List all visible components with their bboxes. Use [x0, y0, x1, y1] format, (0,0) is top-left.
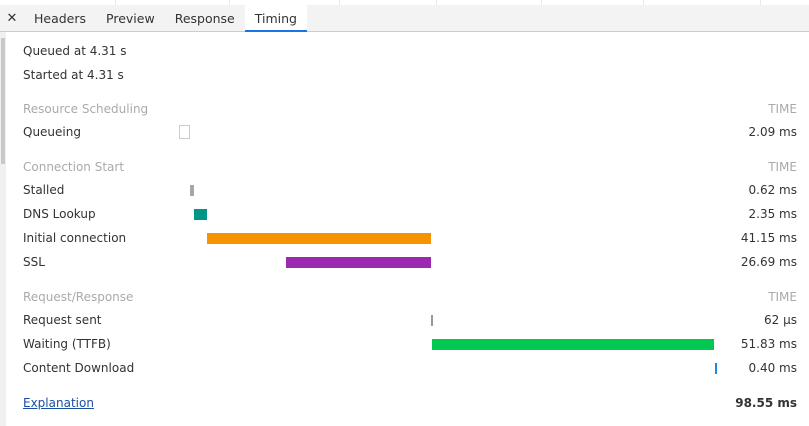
- timing-row-waiting-ttfb: Waiting (TTFB) 51.83 ms: [23, 335, 797, 353]
- timing-row-value: 62 μs: [764, 313, 797, 327]
- timing-row-label: Content Download: [23, 361, 135, 375]
- time-header: TIME: [768, 102, 797, 116]
- timing-bar-dns-lookup: [193, 209, 207, 220]
- timing-panel: ✕ Headers Preview Response Timing Queued…: [0, 0, 809, 426]
- section-title-request-response: Request/Response: [23, 290, 134, 304]
- tab-response[interactable]: Response: [165, 5, 245, 31]
- section-title-connection-start: Connection Start: [23, 160, 125, 174]
- timing-row-label: SSL: [23, 255, 45, 269]
- total-time: 98.55 ms: [735, 396, 797, 410]
- timing-content: Queued at 4.31 s Started at 4.31 s Resou…: [23, 32, 799, 426]
- queued-at-text: Queued at 4.31 s: [23, 44, 127, 58]
- timing-row-label: DNS Lookup: [23, 207, 96, 221]
- timing-bar-stalled: [190, 185, 194, 196]
- timing-row-value: 0.62 ms: [748, 183, 797, 197]
- timing-row-value: 51.83 ms: [740, 337, 797, 351]
- timing-bar-request-sent: [431, 315, 434, 326]
- timing-row-label: Request sent: [23, 313, 102, 327]
- timing-row-content-download: Content Download 0.40 ms: [23, 359, 797, 377]
- tab-bar: ✕ Headers Preview Response Timing: [0, 5, 809, 32]
- timing-bar-initial-connection: [206, 233, 432, 244]
- section-title-resource-scheduling: Resource Scheduling: [23, 102, 149, 116]
- tab-headers[interactable]: Headers: [24, 5, 96, 31]
- timing-row-value: 41.15 ms: [740, 231, 797, 245]
- timing-row-value: 2.09 ms: [748, 125, 797, 139]
- timing-row-value: 0.40 ms: [748, 361, 797, 375]
- timing-row-dns-lookup: DNS Lookup 2.35 ms: [23, 205, 797, 223]
- timing-row-label: Stalled: [23, 183, 65, 197]
- explanation-link[interactable]: Explanation: [23, 395, 94, 411]
- timing-row-value: 26.69 ms: [740, 255, 797, 269]
- timing-bar-ssl: [285, 257, 432, 268]
- timing-bar-queueing: [179, 125, 191, 139]
- scrollbar-thumb[interactable]: [1, 38, 5, 164]
- tab-preview[interactable]: Preview: [96, 5, 165, 31]
- timing-row-queueing: Queueing 2.09 ms: [23, 123, 797, 141]
- timing-row-ssl: SSL 26.69 ms: [23, 253, 797, 271]
- timing-row-label: Initial connection: [23, 231, 127, 245]
- time-header: TIME: [768, 290, 797, 304]
- close-icon[interactable]: ✕: [0, 5, 24, 31]
- timing-row-stalled: Stalled 0.62 ms: [23, 181, 797, 199]
- timing-bar-waiting-ttfb: [431, 339, 715, 350]
- tab-timing[interactable]: Timing: [244, 5, 308, 32]
- timing-row-label: Queueing: [23, 125, 81, 139]
- timing-row-initial-connection: Initial connection 41.15 ms: [23, 229, 797, 247]
- time-header: TIME: [768, 160, 797, 174]
- scrollbar[interactable]: [0, 32, 6, 426]
- timing-row-request-sent: Request sent 62 μs: [23, 311, 797, 329]
- started-at-text: Started at 4.31 s: [23, 68, 124, 82]
- timing-bar-content-download: [714, 363, 717, 374]
- timing-row-label: Waiting (TTFB): [23, 337, 111, 351]
- timing-row-value: 2.35 ms: [748, 207, 797, 221]
